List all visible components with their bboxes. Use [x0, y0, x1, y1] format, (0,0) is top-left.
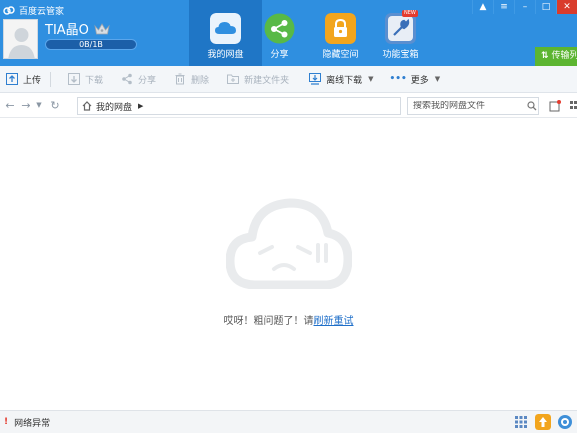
status-bar: ! 网络异常 [0, 410, 577, 433]
share-button[interactable]: 分享 [115, 66, 162, 93]
offline-download-button[interactable]: 离线下载 ▼ [303, 66, 379, 93]
breadcrumb-chevron-icon[interactable]: ▶ [138, 102, 143, 110]
retry-link[interactable]: 刷新重试 [314, 316, 354, 327]
chevron-down-icon: ▼ [368, 75, 374, 83]
lock-icon [325, 13, 356, 44]
offline-download-icon [309, 73, 322, 85]
baidu-cloud-logo-icon [3, 6, 15, 15]
notification-bell-icon[interactable]: ▲ [472, 0, 493, 14]
more-dots-icon: ••• [389, 74, 407, 84]
network-status-text[interactable]: 网络异常 [14, 416, 50, 429]
breadcrumb-root[interactable]: 我的网盘 [96, 100, 132, 113]
history-dropdown-icon[interactable]: ▼ [34, 93, 44, 118]
delete-button[interactable]: 删除 [168, 66, 215, 93]
toolbar-separator [50, 71, 52, 87]
upgrade-icon[interactable] [535, 414, 551, 430]
new-folder-button[interactable]: 新建文件夹 [221, 66, 295, 93]
minimize-button[interactable]: – [514, 0, 535, 14]
error-message: 哎呀！粗问题了！请刷新重试 [0, 312, 577, 327]
new-folder-icon [227, 74, 240, 84]
share-small-icon [122, 73, 132, 85]
transfer-list-label: 传输列 [551, 51, 577, 61]
maximize-button[interactable]: □ [535, 0, 556, 14]
cloud-drive-icon [210, 13, 241, 44]
trash-icon [175, 73, 185, 85]
chevron-down-icon: ▼ [434, 75, 441, 83]
assistant-icon[interactable] [557, 414, 573, 430]
search-box [407, 97, 539, 115]
storage-quota-text: 0B/1B [79, 40, 103, 49]
delete-label: 删除 [191, 75, 210, 86]
upload-icon [6, 73, 18, 85]
user-name[interactable]: TIA晶O [45, 19, 89, 38]
more-button[interactable]: ••• 更多 ▼ [383, 66, 446, 93]
grid-view-icon[interactable] [569, 100, 577, 112]
address-bar: ← → ▼ ↻ 我的网盘 ▶ [0, 93, 577, 118]
default-avatar-icon [8, 28, 35, 58]
refresh-icon[interactable]: ↻ [44, 93, 66, 118]
download-icon [68, 73, 81, 85]
download-button[interactable]: 下载 [62, 66, 109, 93]
status-actions [513, 414, 573, 430]
share-label: 分享 [138, 75, 157, 86]
error-text: 哎呀！粗问题了！请 [223, 316, 314, 327]
sort-icon[interactable] [549, 100, 561, 112]
tab-toolbox-label: 功能宝箱 [382, 50, 419, 60]
window-controls: ▲ ≡ – □ ✕ [472, 0, 577, 14]
back-arrow-icon[interactable]: ← [2, 93, 18, 118]
close-button[interactable]: ✕ [556, 0, 577, 14]
tab-toolbox[interactable]: NEW 功能宝箱 [364, 0, 437, 66]
warning-icon: ! [4, 417, 9, 427]
download-label: 下载 [85, 75, 104, 86]
new-badge: NEW [402, 10, 418, 17]
toolbox-icon [385, 13, 416, 44]
toolbar: 上传 下载 分享 删除 新建文件夹 离线下载 ▼ ••• 更多 ▼ [0, 66, 577, 93]
home-icon[interactable] [82, 101, 92, 111]
storage-quota-bar: 0B/1B [45, 39, 137, 50]
header: 百度云管家 TIA晶O 0B/1B 我的网盘 分享 隐藏空间 NEW 功能宝箱 … [0, 0, 577, 66]
upload-button[interactable]: 上传 [0, 66, 47, 93]
vip-crown-icon[interactable] [94, 22, 110, 36]
transfer-icon: ⇅ [541, 51, 549, 61]
sad-cloud-icon [226, 198, 352, 289]
transfer-list-button[interactable]: ⇅ 传输列 [535, 47, 577, 66]
upload-label: 上传 [23, 75, 42, 86]
forward-arrow-icon[interactable]: → [18, 93, 34, 118]
app-title: 百度云管家 [19, 6, 65, 17]
menu-icon[interactable]: ≡ [493, 0, 514, 14]
file-area: 哎呀！粗问题了！请刷新重试 [0, 119, 577, 409]
offline-download-label: 离线下载 [326, 75, 363, 86]
share-icon [264, 13, 295, 44]
more-label: 更多 [410, 75, 429, 86]
search-input[interactable] [413, 101, 521, 111]
app-title-bar: 百度云管家 [3, 3, 64, 17]
new-folder-label: 新建文件夹 [244, 75, 290, 86]
search-icon[interactable] [527, 101, 537, 111]
apps-grid-icon[interactable] [513, 414, 529, 430]
user-name-row: TIA晶O [45, 19, 110, 38]
breadcrumb: 我的网盘 ▶ [77, 97, 401, 115]
avatar[interactable] [3, 19, 38, 59]
